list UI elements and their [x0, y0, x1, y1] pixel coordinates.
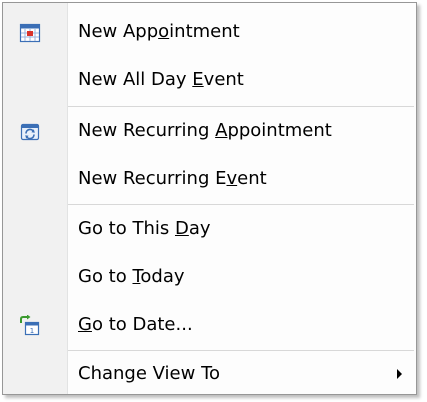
- menu-item-label: Change View To: [78, 363, 221, 384]
- menu-item-go-to-today[interactable]: Go to Today: [3, 253, 416, 301]
- go-to-date-icon: 1: [19, 314, 41, 337]
- menu-item-go-to-this-day[interactable]: Go to This Day: [3, 205, 416, 253]
- menu-item-new-recurring-appointment[interactable]: New Recurring Appointment: [3, 107, 416, 155]
- menu-item-label: Go to Today: [78, 266, 185, 287]
- recurring-appointment-icon: [19, 121, 41, 143]
- svg-text:1: 1: [30, 327, 34, 335]
- menu-item-new-appointment[interactable]: New Appointment: [3, 8, 416, 56]
- menu-item-label: New Recurring Appointment: [78, 120, 332, 141]
- menu-item-go-to-date[interactable]: 1 Go to Date...: [3, 301, 416, 349]
- calendar-appointment-icon: [19, 22, 41, 44]
- menu-item-label: New Appointment: [78, 21, 240, 42]
- menu-item-label: Go to This Day: [78, 218, 211, 239]
- menu-item-new-all-day-event[interactable]: New All Day Event: [3, 56, 416, 104]
- menu-item-new-recurring-event[interactable]: New Recurring Event: [3, 155, 416, 203]
- submenu-arrow-icon: [397, 369, 402, 379]
- menu-item-label: New All Day Event: [78, 69, 244, 90]
- context-menu: New Appointment New All Day Event New Re…: [2, 2, 417, 395]
- menu-item-change-view-to[interactable]: Change View To: [3, 350, 416, 398]
- menu-item-label: Go to Date...: [78, 314, 193, 335]
- menu-item-label: New Recurring Event: [78, 168, 267, 189]
